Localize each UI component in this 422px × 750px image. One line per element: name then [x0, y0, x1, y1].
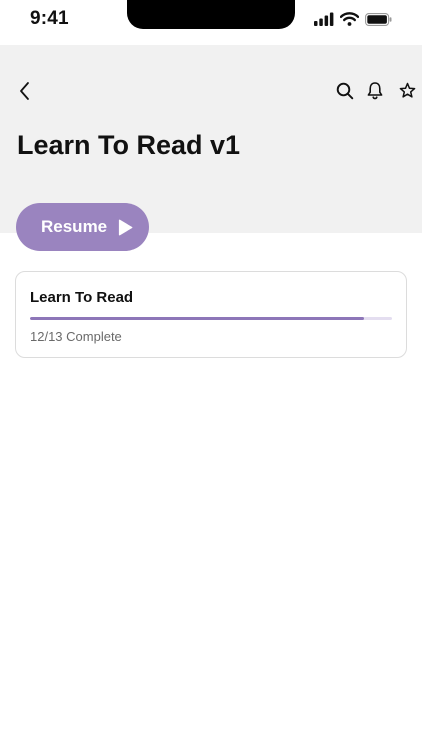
- signal-icon: [314, 12, 334, 31]
- status-bar: 9:41: [0, 0, 422, 45]
- back-button[interactable]: [14, 81, 36, 106]
- wifi-icon: [339, 12, 360, 31]
- battery-icon: [365, 12, 392, 31]
- status-time: 9:41: [30, 8, 69, 29]
- course-progress-bar: [30, 317, 392, 320]
- app-screen: 9:41 Learn To Read v1 Resume Learn To Re…: [0, 0, 422, 750]
- device-notch: [127, 0, 295, 29]
- course-card[interactable]: Learn To Read 12/13 Complete: [15, 271, 407, 358]
- search-icon: [336, 82, 354, 105]
- play-icon: [118, 219, 133, 236]
- status-icons: [314, 12, 392, 31]
- star-icon: [399, 82, 416, 104]
- resume-button[interactable]: Resume: [16, 203, 149, 251]
- search-button[interactable]: [334, 82, 356, 104]
- course-progress-text: 12/13 Complete: [30, 329, 122, 344]
- page-title: Learn To Read v1: [17, 130, 241, 160]
- favorite-button[interactable]: [396, 82, 418, 104]
- course-progress-fill: [30, 317, 365, 320]
- resume-label: Resume: [41, 217, 108, 236]
- course-title: Learn To Read: [30, 289, 134, 306]
- back-chevron-icon: [18, 81, 32, 106]
- notifications-button[interactable]: [364, 82, 386, 104]
- bell-icon: [366, 81, 384, 105]
